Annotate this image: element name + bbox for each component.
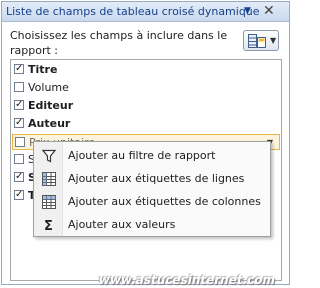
field-label: Titre — [28, 63, 58, 76]
field-checkbox[interactable] — [14, 154, 24, 164]
close-icon[interactable]: ✕ — [263, 3, 275, 19]
watermark: www.astucesinternet.com — [98, 273, 275, 287]
menu-item-label: Ajouter aux étiquettes de lignes — [68, 172, 245, 185]
filter-icon — [42, 149, 56, 163]
column-labels-icon — [42, 195, 56, 209]
svg-text:Σ: Σ — [44, 219, 53, 232]
field-row-volume[interactable]: Volume — [12, 80, 280, 96]
field-checkbox[interactable] — [15, 137, 25, 147]
field-checkbox[interactable]: ✓ — [14, 172, 24, 182]
field-list-layout-button[interactable]: ▼ — [243, 30, 279, 51]
field-checkbox[interactable]: ✓ — [14, 64, 24, 74]
menu-item-label: Ajouter au filtre de rapport — [68, 149, 216, 162]
menu-item-add-column-labels[interactable]: Ajouter aux étiquettes de colonnes — [35, 191, 269, 213]
field-checkbox[interactable] — [14, 82, 24, 92]
instruction-text: Choisissez les champs à inclure dans le … — [10, 29, 228, 57]
chevron-down-icon[interactable]: ▼ — [244, 6, 251, 16]
field-label: Auteur — [28, 117, 71, 130]
panel-titlebar: Liste de champs de tableau croisé dynami… — [2, 2, 289, 22]
panel-title: Liste de champs de tableau croisé dynami… — [6, 5, 260, 18]
menu-item-add-report-filter[interactable]: Ajouter au filtre de rapport — [35, 145, 269, 167]
row-labels-icon — [42, 172, 56, 186]
menu-item-add-row-labels[interactable]: Ajouter aux étiquettes de lignes — [35, 168, 269, 190]
menu-item-label: Ajouter aux valeurs — [68, 218, 176, 231]
field-row-auteur[interactable]: ✓ Auteur — [12, 116, 280, 132]
field-list-layout-icon — [248, 34, 266, 48]
field-row-editeur[interactable]: ✓ Editeur — [12, 98, 280, 114]
field-checkbox[interactable]: ✓ — [14, 100, 24, 110]
menu-item-label: Ajouter aux étiquettes de colonnes — [68, 195, 261, 208]
field-label: Volume — [28, 81, 69, 94]
field-context-menu: Ajouter au filtre de rapport Ajouter aux… — [33, 141, 271, 237]
field-row-titre[interactable]: ✓ Titre — [12, 62, 280, 78]
field-checkbox[interactable]: ✓ — [14, 118, 24, 128]
field-label: Editeur — [28, 99, 74, 112]
menu-item-add-values[interactable]: Σ Ajouter aux valeurs — [35, 214, 269, 236]
sigma-icon: Σ — [44, 219, 53, 232]
chevron-down-icon: ▼ — [270, 36, 277, 45]
field-checkbox[interactable]: ✓ — [14, 190, 24, 200]
